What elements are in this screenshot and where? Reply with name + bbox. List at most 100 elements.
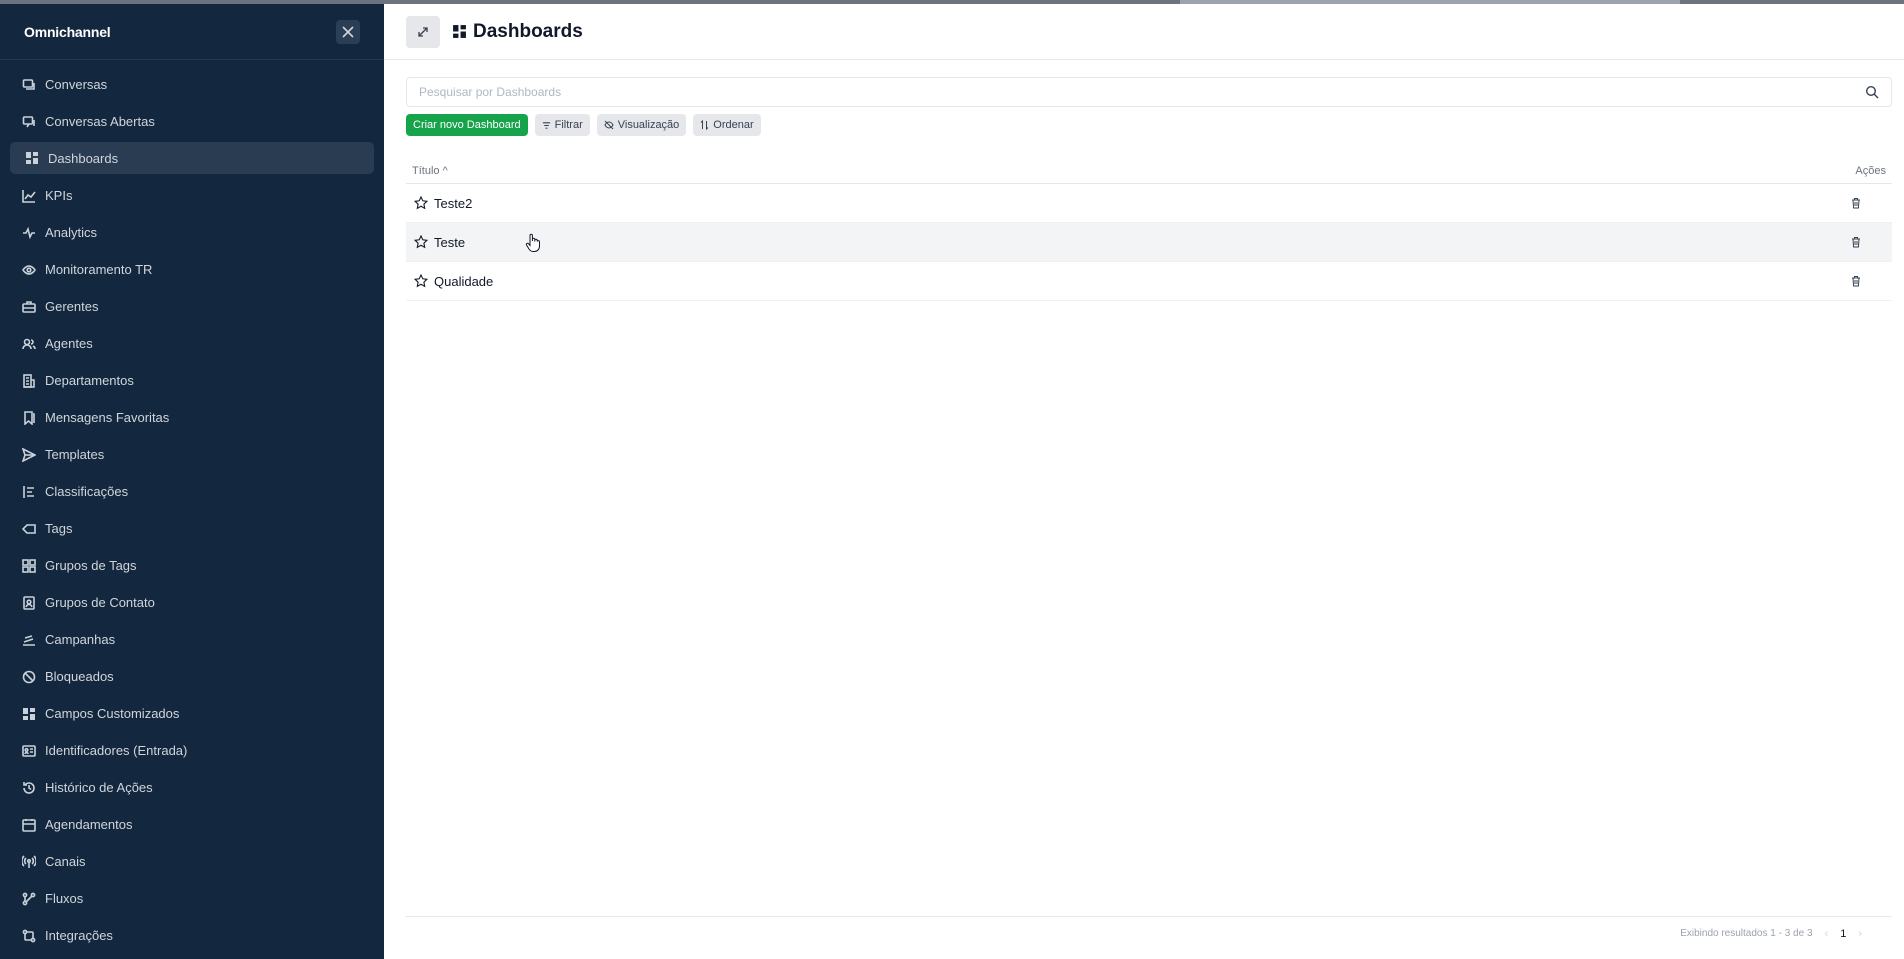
sidebar-item-label: Campanhas: [45, 632, 116, 647]
sidebar-item-conversas-abertas[interactable]: Conversas Abertas: [0, 103, 384, 140]
users-icon: [22, 337, 36, 351]
filter-icon: [542, 121, 551, 130]
sidebar-item-label: Monitoramento TR: [45, 262, 153, 277]
results-count: Exibindo resultados 1 - 3 de 3: [1680, 928, 1813, 939]
sidebar-item-templates[interactable]: Templates: [0, 436, 384, 473]
sidebar-item-label: Templates: [45, 447, 105, 462]
star-icon[interactable]: [414, 274, 428, 288]
eye-icon: [22, 263, 36, 277]
grid-icon: [25, 151, 39, 165]
sidebar-item-historico-de-acoes[interactable]: Histórico de Ações: [0, 769, 384, 806]
trash-icon: [1852, 198, 1860, 209]
filter-label: Filtrar: [554, 119, 583, 131]
bookmark-icon: [22, 410, 36, 425]
sidebar-item-label: Conversas Abertas: [45, 114, 155, 129]
page-number-current[interactable]: 1: [1840, 928, 1846, 940]
sort-button[interactable]: Ordenar: [693, 114, 761, 136]
sidebar-item-label: Canais: [45, 854, 86, 869]
sort-icon: [700, 120, 709, 130]
sidebar-item-fluxos[interactable]: Fluxos: [0, 880, 384, 917]
delete-button[interactable]: [1850, 197, 1862, 209]
main-header: Dashboards: [384, 4, 1904, 60]
close-sidebar-button[interactable]: [336, 19, 360, 44]
search-input[interactable]: [419, 85, 1819, 99]
history-icon: [22, 781, 36, 795]
prev-page-button[interactable]: ‹: [1825, 928, 1829, 940]
sidebar-item-label: Grupos de Tags: [45, 558, 137, 573]
sidebar-item-dashboards[interactable]: Dashboards: [10, 142, 374, 174]
pagination-footer: Exibindo resultados 1 - 3 de 3 ‹ 1 ›: [406, 916, 1892, 950]
table-row[interactable]: Teste2: [406, 184, 1892, 223]
line-chart-icon: [22, 189, 36, 203]
sort-asc-indicator: ^: [442, 164, 448, 177]
filter-button[interactable]: Filtrar: [534, 114, 590, 136]
sidebar-item-gerentes[interactable]: Gerentes: [0, 288, 384, 325]
table-header: Título ^ Ações: [406, 158, 1892, 184]
star-icon[interactable]: [414, 196, 428, 210]
sidebar-item-label: Mensagens Favoritas: [45, 410, 170, 425]
row-title[interactable]: Teste: [434, 235, 465, 250]
page-title: Dashboards: [452, 21, 583, 43]
row-title[interactable]: Teste2: [434, 196, 472, 211]
trash-icon: [1852, 276, 1860, 287]
column-header-title[interactable]: Título ^: [412, 165, 448, 177]
sidebar-item-campanhas[interactable]: Campanhas: [0, 621, 384, 658]
sidebar-item-label: Histórico de Ações: [45, 780, 153, 795]
grid-icon: [22, 707, 36, 721]
table-row[interactable]: Teste: [406, 223, 1892, 262]
eye-off-icon: [604, 120, 614, 130]
delete-button[interactable]: [1850, 236, 1862, 248]
sidebar-item-label: Identificadores (Entrada): [45, 743, 188, 758]
sidebar-item-campos-customizados[interactable]: Campos Customizados: [0, 695, 384, 732]
id-card-icon: [22, 744, 36, 758]
create-dashboard-button[interactable]: Criar novo Dashboard: [406, 114, 528, 136]
sidebar-item-kpis[interactable]: KPIs: [0, 177, 384, 214]
sidebar-item-label: Conversas: [45, 77, 108, 92]
sidebar-item-grupos-de-tags[interactable]: Grupos de Tags: [0, 547, 384, 584]
sidebar-item-label: Dashboards: [48, 150, 119, 166]
search-icon[interactable]: [1865, 85, 1879, 99]
sidebar-item-classificacoes[interactable]: Classificações: [0, 473, 384, 510]
sidebar-item-label: Tags: [45, 521, 73, 536]
hand-cursor-icon: [525, 233, 540, 252]
grid-icon: [452, 24, 467, 39]
sidebar-item-departamentos[interactable]: Departamentos: [0, 362, 384, 399]
sidebar-item-conversas[interactable]: Conversas: [0, 66, 384, 103]
expand-button[interactable]: [406, 15, 440, 48]
delete-button[interactable]: [1850, 275, 1862, 287]
contact-book-icon: [22, 595, 36, 610]
row-title[interactable]: Qualidade: [434, 274, 493, 289]
table-row[interactable]: Qualidade: [406, 262, 1892, 301]
building-icon: [22, 373, 36, 388]
view-button[interactable]: Visualização: [596, 114, 687, 136]
sidebar-item-label: Agentes: [45, 336, 93, 351]
star-icon[interactable]: [414, 235, 428, 249]
sidebar-item-integracoes[interactable]: Integrações: [0, 917, 384, 954]
sidebar-item-label: Fluxos: [45, 891, 84, 906]
campaign-icon: [22, 633, 36, 647]
view-label: Visualização: [617, 119, 680, 131]
brand-name: Omnichannel: [24, 23, 111, 40]
sidebar-item-monitoramento-tr[interactable]: Monitoramento TR: [0, 251, 384, 288]
sidebar-item-label: Integrações: [45, 928, 113, 943]
sidebar-item-grupos-de-contato[interactable]: Grupos de Contato: [0, 584, 384, 621]
calendar-icon: [22, 818, 36, 832]
sidebar-item-label: Departamentos: [45, 373, 134, 388]
sort-label: Ordenar: [713, 119, 754, 131]
sidebar-item-bloqueados[interactable]: Bloqueados: [0, 658, 384, 695]
sidebar-item-tags[interactable]: Tags: [0, 510, 384, 547]
sidebar-item-label: Agendamentos: [45, 817, 133, 832]
column-header-actions: Ações: [1855, 164, 1886, 177]
chat-icon: [22, 78, 36, 92]
dashboards-table: Título ^ Ações Teste2 Teste Qualidade: [406, 158, 1892, 301]
sidebar-item-agendamentos[interactable]: Agendamentos: [0, 806, 384, 843]
antenna-icon: [22, 854, 36, 869]
sidebar-item-identificadores[interactable]: Identificadores (Entrada): [0, 732, 384, 769]
sidebar-item-canais[interactable]: Canais: [0, 843, 384, 880]
sidebar-item-mensagens-favoritas[interactable]: Mensagens Favoritas: [0, 399, 384, 436]
next-page-button[interactable]: ›: [1858, 928, 1862, 940]
sidebar-nav: Conversas Conversas Abertas Dashboards K…: [0, 60, 384, 954]
sidebar-item-agentes[interactable]: Agentes: [0, 325, 384, 362]
ban-icon: [22, 670, 36, 684]
sidebar-item-analytics[interactable]: Analytics: [0, 214, 384, 251]
